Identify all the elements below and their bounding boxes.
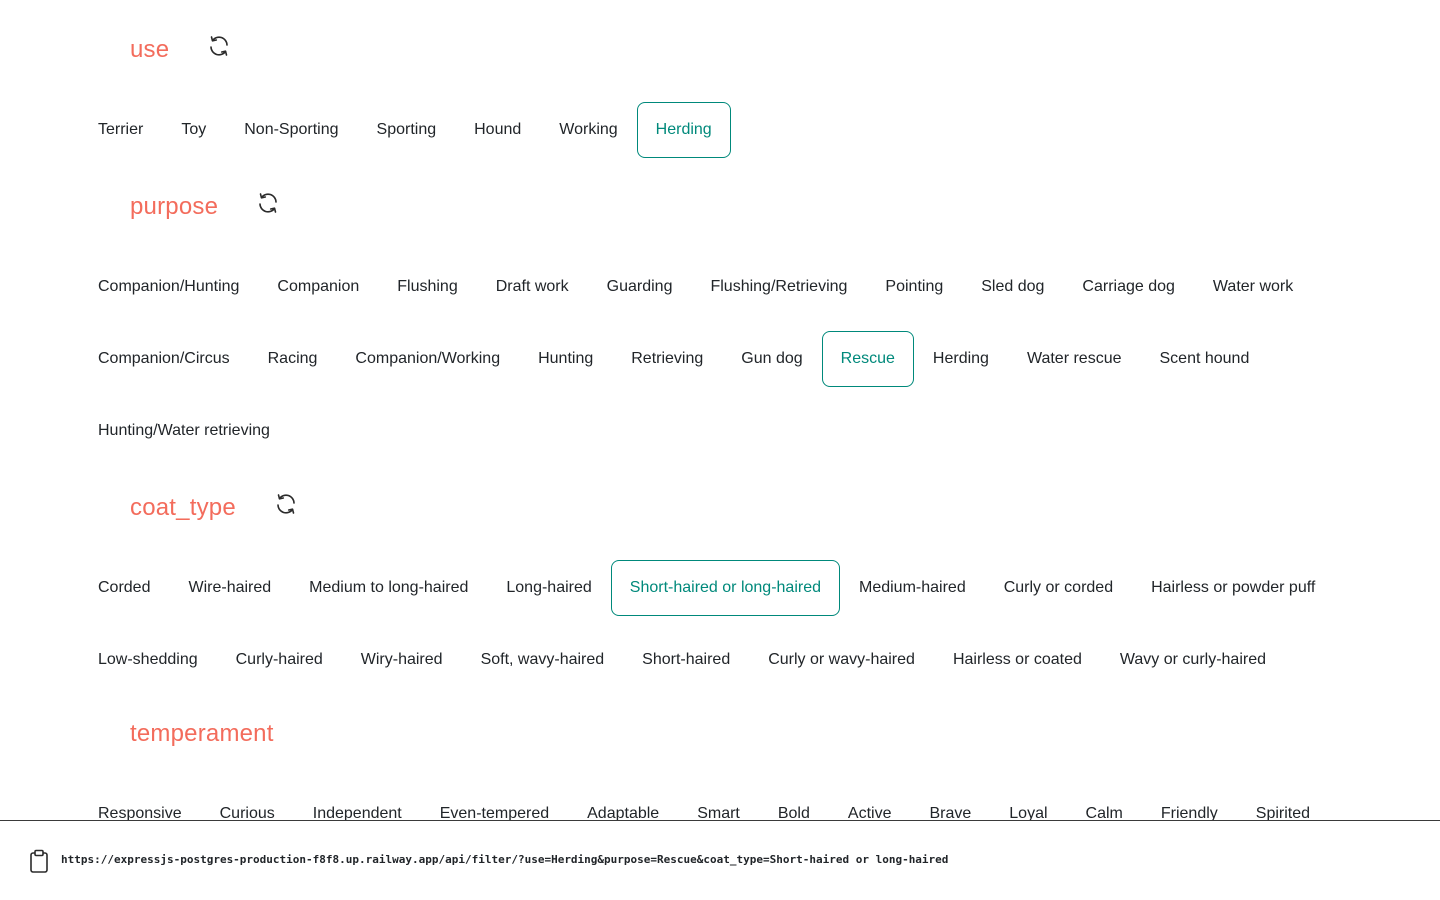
clipboard-icon[interactable] <box>29 849 49 873</box>
filter-option[interactable]: Low-shedding <box>79 632 217 688</box>
filter-option[interactable]: Toy <box>162 102 225 158</box>
filter-option[interactable]: Wire-haired <box>169 560 290 616</box>
filter-option[interactable]: Flushing/Retrieving <box>691 259 866 315</box>
filter-option[interactable]: Corded <box>79 560 169 616</box>
filter-option[interactable]: Long-haired <box>487 560 610 616</box>
purpose-options-row-1: Companion/Hunting Companion Flushing Draft … <box>79 259 1312 315</box>
filter-option[interactable]: Medium to long-haired <box>290 560 487 616</box>
refresh-icon[interactable] <box>207 34 231 58</box>
filter-option[interactable]: Curly-haired <box>217 632 342 688</box>
filter-option[interactable]: Hairless or coated <box>934 632 1101 688</box>
purpose-options-row-2: Companion/Circus Racing Companion/Working H… <box>79 331 1268 387</box>
filter-option[interactable]: Herding <box>636 102 731 158</box>
filter-option[interactable]: Calm <box>1067 786 1142 820</box>
filter-option[interactable]: Curly or wavy-haired <box>749 632 934 688</box>
filter-option[interactable]: Scent hound <box>1141 331 1269 387</box>
api-url-text[interactable]: https://expressjs-postgres-production-f8… <box>61 853 948 866</box>
filter-option[interactable]: Hairless or powder puff <box>1132 560 1334 616</box>
filter-option[interactable]: Terrier <box>79 102 162 158</box>
filter-option[interactable]: Gun dog <box>722 331 821 387</box>
filter-option[interactable]: Herding <box>914 331 1008 387</box>
filter-option[interactable]: Short-haired <box>623 632 749 688</box>
filter-option[interactable]: Smart <box>678 786 759 820</box>
filter-option[interactable]: Companion/Circus <box>79 331 249 387</box>
purpose-options-row-3: Hunting/Water retrieving <box>79 403 289 459</box>
section-title-purpose: purpose <box>130 193 219 220</box>
filter-option[interactable]: Hunting <box>519 331 612 387</box>
filter-option[interactable]: Active <box>829 786 911 820</box>
filter-option[interactable]: Independent <box>294 786 421 820</box>
section-header-use: use <box>130 36 231 64</box>
filter-option[interactable]: Curious <box>201 786 294 820</box>
filter-option[interactable]: Responsive <box>79 786 201 820</box>
filter-option[interactable]: Brave <box>910 786 990 820</box>
filter-option[interactable]: Hound <box>455 102 540 158</box>
filter-option[interactable]: Pointing <box>866 259 962 315</box>
filter-option[interactable]: Sporting <box>358 102 456 158</box>
filter-option[interactable]: Short-haired or long-haired <box>610 560 840 616</box>
section-title-coat-type: coat_type <box>130 494 236 521</box>
refresh-icon[interactable] <box>256 191 280 215</box>
filter-option[interactable]: Companion/Hunting <box>79 259 258 315</box>
filter-option[interactable]: Medium-haired <box>840 560 985 616</box>
use-options: Terrier Toy Non-Sporting Sporting Hound Worki… <box>79 102 731 158</box>
filter-option[interactable]: Water work <box>1194 259 1312 315</box>
filter-option[interactable]: Hunting/Water retrieving <box>79 403 289 459</box>
coat-type-options-row-2: Low-shedding Curly-haired Wiry-haired Soft,… <box>79 632 1285 688</box>
filter-option[interactable]: Wavy or curly-haired <box>1101 632 1285 688</box>
filter-option[interactable]: Wiry-haired <box>342 632 462 688</box>
filter-option[interactable]: Rescue <box>821 331 914 387</box>
filter-option[interactable]: Companion <box>258 259 378 315</box>
filter-option[interactable]: Companion/Working <box>336 331 519 387</box>
section-title-use: use <box>130 36 170 63</box>
filter-option[interactable]: Flushing <box>378 259 476 315</box>
refresh-icon[interactable] <box>274 492 298 516</box>
section-header-purpose: purpose <box>130 193 280 221</box>
filter-option[interactable]: Carriage dog <box>1063 259 1194 315</box>
filter-option[interactable]: Sled dog <box>962 259 1063 315</box>
filter-option[interactable]: Adaptable <box>568 786 678 820</box>
filter-option[interactable]: Draft work <box>477 259 588 315</box>
section-header-coat-type: coat_type <box>130 494 298 522</box>
filter-option[interactable]: Guarding <box>588 259 692 315</box>
filter-option[interactable]: Working <box>540 102 636 158</box>
temperament-options-row-1: Responsive Curious Independent Even-tempere… <box>79 786 1329 820</box>
filter-option[interactable]: Non-Sporting <box>225 102 357 158</box>
filter-page: use Terrier Toy Non-Sporting Sporting Hound W… <box>0 0 1440 820</box>
filter-option[interactable]: Friendly <box>1142 786 1237 820</box>
url-bar: https://expressjs-postgres-production-f8… <box>0 820 1440 900</box>
filter-option[interactable]: Curly or corded <box>985 560 1132 616</box>
section-header-temperament: temperament <box>130 720 274 748</box>
section-title-temperament: temperament <box>130 720 274 747</box>
filter-option[interactable]: Retrieving <box>612 331 722 387</box>
filter-option[interactable]: Spirited <box>1237 786 1329 820</box>
filter-option[interactable]: Loyal <box>990 786 1066 820</box>
coat-type-options-row-1: Corded Wire-haired Medium to long-haired Lo… <box>79 560 1334 616</box>
filter-option[interactable]: Racing <box>249 331 337 387</box>
filter-option[interactable]: Soft, wavy-haired <box>462 632 624 688</box>
filter-option[interactable]: Water rescue <box>1008 331 1141 387</box>
filter-option[interactable]: Even-tempered <box>421 786 568 820</box>
filter-option[interactable]: Bold <box>759 786 829 820</box>
